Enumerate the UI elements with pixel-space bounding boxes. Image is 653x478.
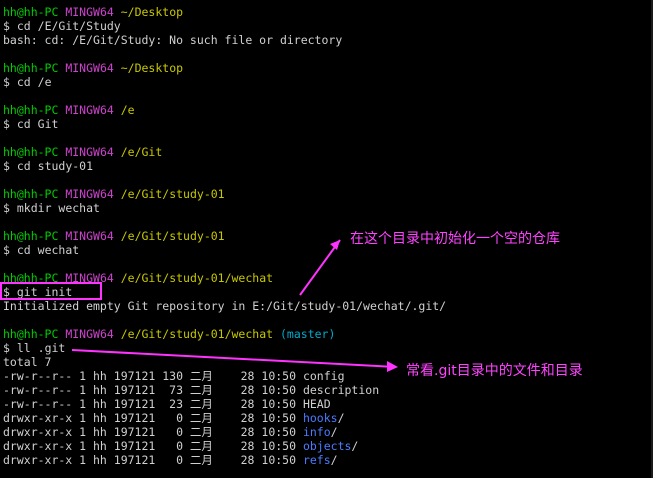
shell-name: MINGW64 [65,5,114,19]
prompt-symbol: $ [3,201,10,215]
output-line: bash: cd: /E/Git/Study: No such file or … [3,33,343,47]
prompt-line: hh@hh-PC MINGW64 ~/Desktop [3,61,183,75]
command-line: $ cd /e [3,75,52,89]
prompt-line: hh@hh-PC MINGW64 /e [3,103,135,117]
directory-name: objects [302,439,352,453]
shell-name: MINGW64 [65,327,114,341]
directory-name: hooks [302,411,338,425]
shell-name: MINGW64 [65,187,114,201]
user-host: hh@hh-PC [3,145,59,159]
command-text: cd study-01 [16,159,94,173]
user-host: hh@hh-PC [3,103,59,117]
directory-name: info [302,425,331,439]
command-text: cd /e [16,75,52,89]
current-path: ~/Desktop [120,61,184,75]
current-path: /e/Git/study-01 [120,229,225,243]
listing-row: -rw-r--r-- 1 hh 197121 130 二月 28 10:50 c… [3,369,345,383]
user-host: hh@hh-PC [3,229,59,243]
command-text: mkdir wechat [16,201,100,215]
prompt-symbol: $ [3,341,10,355]
current-path: /e/Git/study-01 [120,187,225,201]
current-path: ~/Desktop [120,5,184,19]
current-path: /e/Git [120,145,163,159]
git-branch: (master) [280,327,336,341]
listing-meta: drwxr-xr-x 1 hh 197121 0 二月 28 10:50 [3,411,303,425]
directory-suffix: / [330,453,338,467]
shell-name: MINGW64 [65,145,114,159]
annotation-init-note: 在这个目录中初始化一个空的仓库 [350,231,560,247]
file-name: description [302,383,380,397]
command-line: $ cd study-01 [3,159,93,173]
arrow-to-git-init [299,239,341,296]
command-line: $ cd /E/Git/Study [3,19,121,33]
prompt-line: hh@hh-PC MINGW64 ~/Desktop [3,5,183,19]
prompt-symbol: $ [3,159,10,173]
shell-name: MINGW64 [65,229,114,243]
listing-meta: drwxr-xr-x 1 hh 197121 0 二月 28 10:50 [3,453,303,467]
listing-row: drwxr-xr-x 1 hh 197121 0 二月 28 10:50 hoo… [3,411,345,425]
command-line: $ ll .git [3,341,65,355]
file-name: config [302,369,345,383]
prompt-symbol: $ [3,117,10,131]
directory-name: refs [302,453,331,467]
command-line: $ cd Git [3,117,58,131]
command-text: cd Git [16,117,59,131]
shell-name: MINGW64 [65,103,114,117]
listing-row: drwxr-xr-x 1 hh 197121 0 二月 28 10:50 ref… [3,453,338,467]
output-line: Initialized empty Git repository in E:/G… [3,299,447,313]
prompt-symbol: $ [3,243,10,257]
prompt-line: hh@hh-PC MINGW64 /e/Git/study-01 [3,187,225,201]
directory-suffix: / [351,439,359,453]
directory-suffix: / [330,425,338,439]
annotation-ll-note: 常看.git目录中的文件和目录 [406,363,583,379]
command-line: $ mkdir wechat [3,201,100,215]
prompt-symbol: $ [3,75,10,89]
current-path: /e/Git/study-01/wechat [120,327,274,341]
shell-name: MINGW64 [65,61,114,75]
listing-total: total 7 [3,355,52,369]
command-text: cd /E/Git/Study [16,19,121,33]
user-host: hh@hh-PC [3,61,59,75]
prompt-line: hh@hh-PC MINGW64 /e/Git/study-01/wechat … [3,327,335,341]
user-host: hh@hh-PC [3,5,59,19]
git-init-highlight-box [0,282,102,300]
listing-meta: drwxr-xr-x 1 hh 197121 0 二月 28 10:50 [3,439,303,453]
command-line: $ cd wechat [3,243,79,257]
prompt-line: hh@hh-PC MINGW64 /e/Git [3,145,162,159]
directory-suffix: / [337,411,345,425]
listing-row: drwxr-xr-x 1 hh 197121 0 二月 28 10:50 obj… [3,439,358,453]
user-host: hh@hh-PC [3,327,59,341]
listing-row: -rw-r--r-- 1 hh 197121 23 二月 28 10:50 HE… [3,397,331,411]
user-host: hh@hh-PC [3,187,59,201]
listing-row: drwxr-xr-x 1 hh 197121 0 二月 28 10:50 inf… [3,425,338,439]
prompt-line: hh@hh-PC MINGW64 /e/Git/study-01 [3,229,225,243]
current-path: /e [120,103,135,117]
file-name: HEAD [302,397,331,411]
listing-meta: drwxr-xr-x 1 hh 197121 0 二月 28 10:50 [3,425,303,439]
command-text: cd wechat [16,243,80,257]
current-path: /e/Git/study-01/wechat [120,271,274,285]
listing-row: -rw-r--r-- 1 hh 197121 73 二月 28 10:50 de… [3,383,379,397]
command-text: ll .git [16,341,66,355]
listing-meta: -rw-r--r-- 1 hh 197121 73 二月 28 10:50 [3,383,303,397]
terminal-window[interactable]: hh@hh-PC MINGW64 ~/Desktop $ cd /E/Git/S… [0,0,653,478]
listing-meta: -rw-r--r-- 1 hh 197121 130 二月 28 10:50 [3,369,303,383]
prompt-symbol: $ [3,19,10,33]
listing-meta: -rw-r--r-- 1 hh 197121 23 二月 28 10:50 [3,397,303,411]
